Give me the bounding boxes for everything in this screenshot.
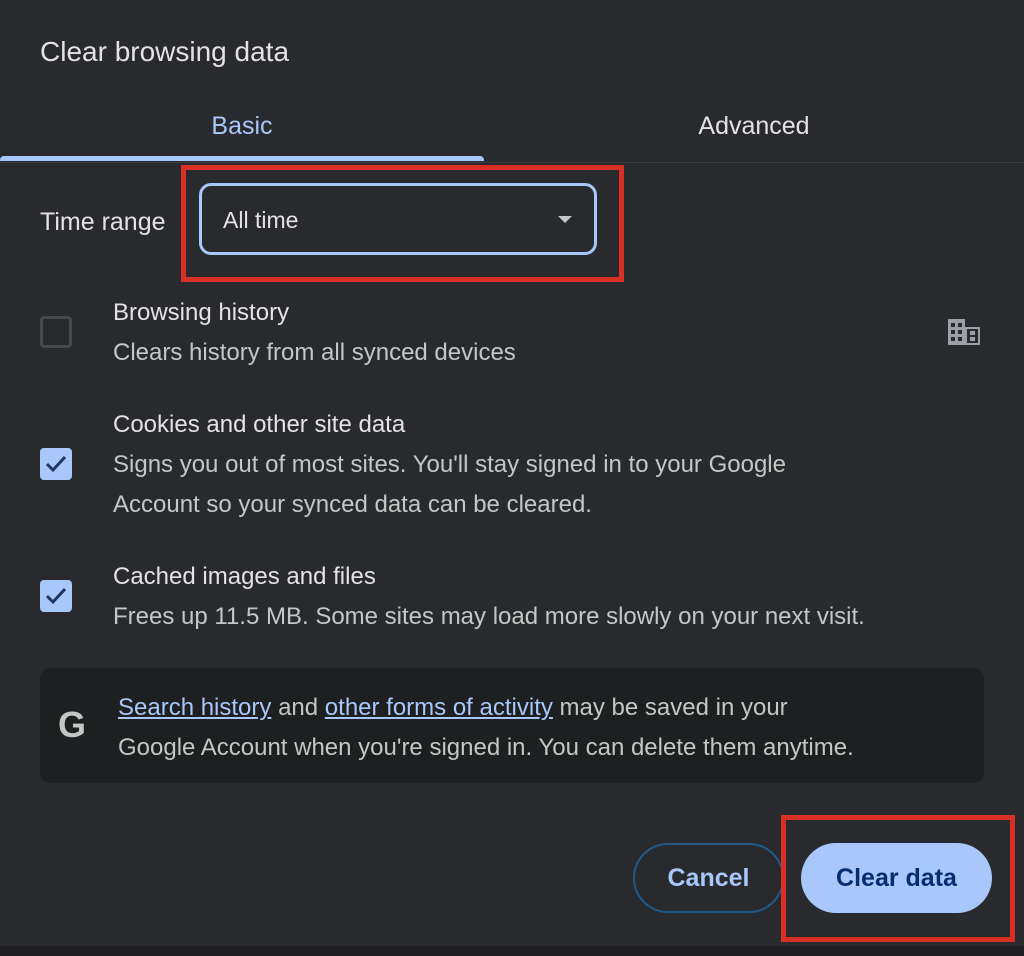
dialog-title: Clear browsing data — [40, 36, 290, 67]
cookies-description-line1: Signs you out of most sites. You'll stay… — [113, 451, 786, 478]
clear-browsing-data-dialog: Clear browsing data Basic Advanced Time … — [0, 0, 1024, 946]
tab-bar: Basic Advanced — [0, 90, 1024, 163]
info-text-saved: may be saved in your — [552, 694, 788, 721]
clear-data-button[interactable]: Clear data — [801, 843, 992, 913]
cookies-checkbox[interactable] — [40, 448, 72, 480]
cached-images-checkbox[interactable] — [40, 580, 72, 612]
tab-advanced[interactable]: Advanced — [484, 90, 1024, 162]
dropdown-arrow-icon — [558, 216, 572, 223]
other-forms-of-activity-link[interactable]: other forms of activity — [325, 694, 553, 721]
search-history-link[interactable]: Search history — [118, 694, 271, 721]
cookies-title: Cookies and other site data — [113, 411, 406, 438]
cached-images-title: Cached images and files — [113, 563, 376, 590]
browsing-history-checkbox[interactable] — [40, 316, 72, 348]
info-text-line2: Google Account when you're signed in. Yo… — [118, 734, 854, 761]
google-g-icon: G — [58, 704, 87, 745]
info-text-and: and — [271, 694, 325, 721]
cookies-description-line2: Account so your synced data can be clear… — [113, 491, 592, 518]
tab-selected-indicator — [0, 156, 484, 161]
cached-images-description: Frees up 11.5 MB. Some sites may load mo… — [113, 603, 865, 630]
time-range-label: Time range — [40, 208, 166, 236]
window-bottom-edge — [0, 946, 1024, 956]
tab-basic[interactable]: Basic — [0, 90, 484, 162]
google-activity-info-text: Search history and other forms of activi… — [118, 688, 978, 768]
checkmark-icon — [45, 455, 67, 473]
browsing-history-title: Browsing history — [113, 299, 290, 326]
managed-building-icon — [948, 319, 980, 345]
checkmark-icon — [45, 587, 67, 605]
browsing-history-description: Clears history from all synced devices — [113, 339, 516, 366]
time-range-value: All time — [223, 207, 299, 233]
cancel-button[interactable]: Cancel — [633, 843, 784, 913]
time-range-select[interactable]: All time — [199, 183, 597, 255]
